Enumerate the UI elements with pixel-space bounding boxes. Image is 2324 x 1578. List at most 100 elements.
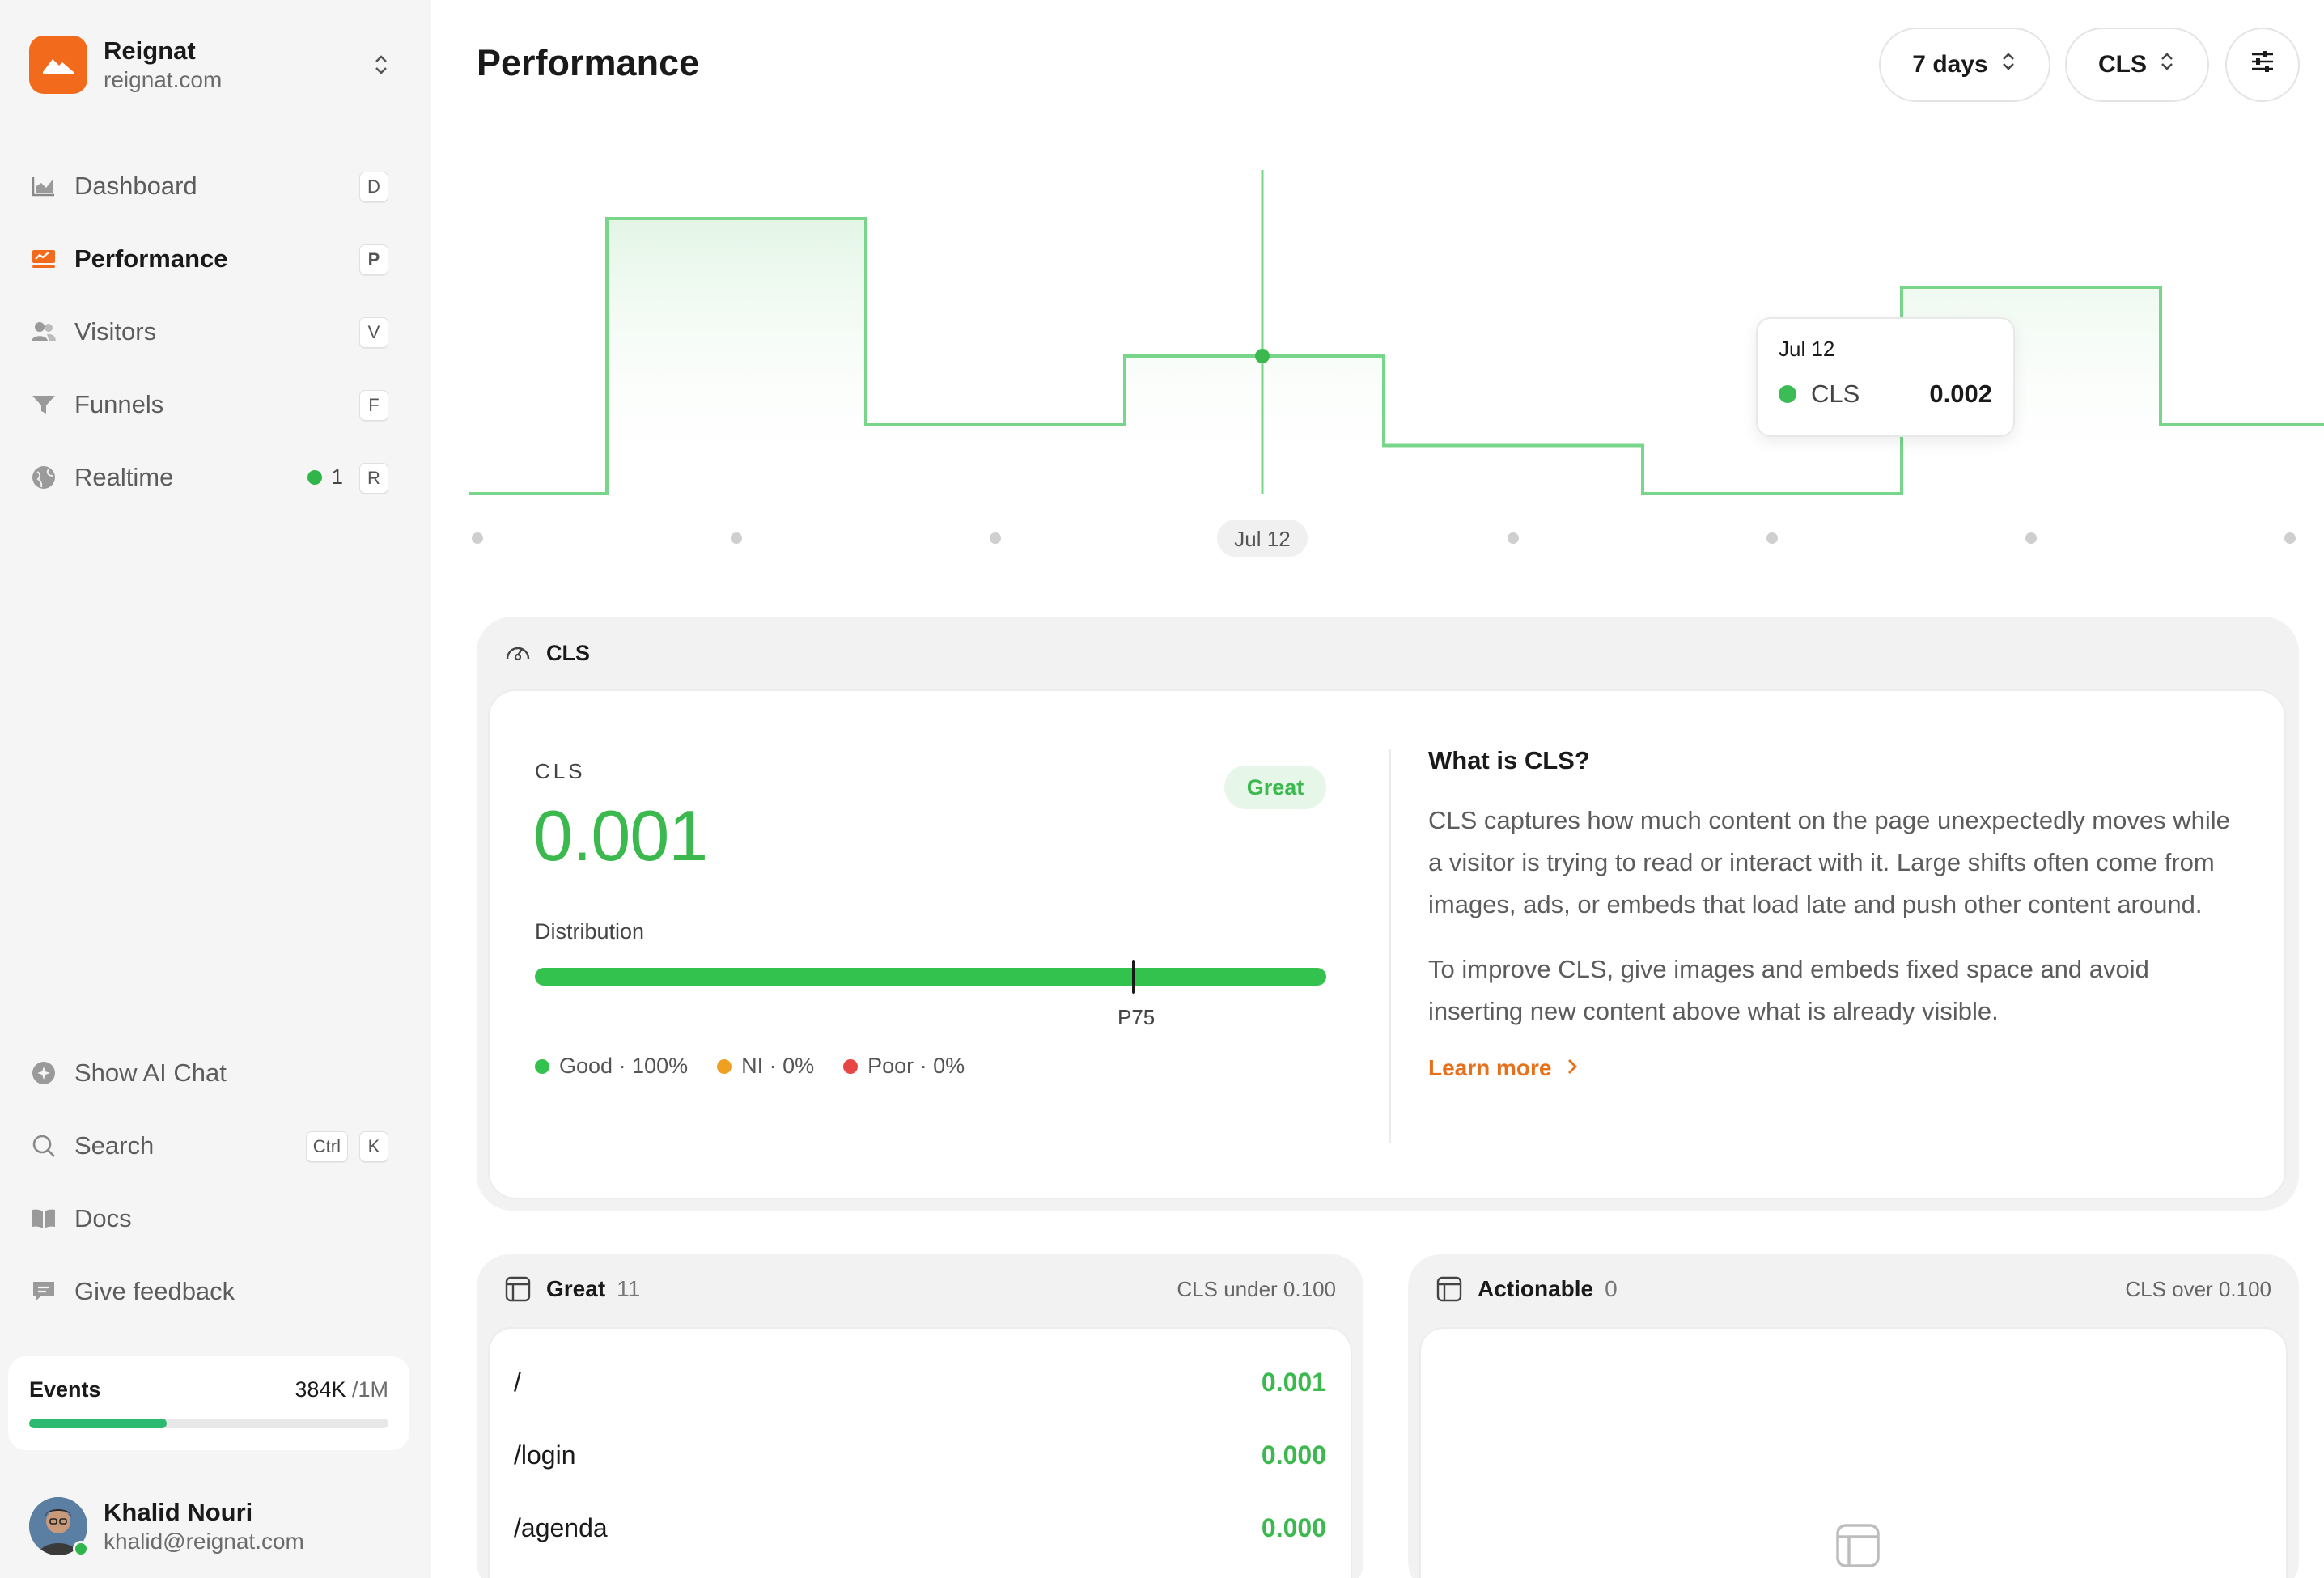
sliders-icon [2249,48,2276,82]
card-note: CLS under 0.100 [1177,1276,1336,1301]
cls-detail-card: CLS 0.001 Great Distribution P75 Good · … [488,689,2286,1199]
events-usage-card: Events 384K /1M [8,1356,409,1450]
nav-item-label: Show AI Chat [74,1058,227,1087]
nav-item-label: Visitors [74,317,157,346]
tooltip-series-name: CLS [1811,380,1860,408]
page-title: Performance [477,42,700,83]
sidebar: Reignat reignat.com Dashboard D Performa… [0,0,431,1578]
cls-info: What is CLS? CLS captures how much conte… [1428,746,2237,1081]
performance-chart[interactable]: Jul 12 Jul 12 CLS 0.002 [469,154,2324,566]
status-badge: Great [1224,766,1326,809]
nav-item-label: Give feedback [74,1277,235,1305]
chevron-updown-icon [2158,50,2176,79]
card-count: 11 [617,1276,641,1301]
shortcut-key: R [359,463,388,494]
metric-select[interactable]: CLS [2065,28,2209,102]
shortcut-key: P [359,244,388,275]
tooltip-date: Jul 12 [1779,337,1835,361]
great-pages-card: Great 11 CLS under 0.100 / 0.001 /login … [477,1254,1363,1578]
distribution-legend: Good · 100% NI · 0% Poor · 0% [535,1054,994,1079]
x-axis-tick-dot [731,532,742,544]
events-label: Events [29,1377,101,1402]
book-icon [29,1204,58,1233]
p75-label: P75 [1117,1005,1156,1029]
chevron-updown-icon [2000,50,2017,79]
list-item[interactable]: /login 0.000 [514,1431,1326,1479]
card-title: Actionable [1478,1276,1594,1301]
search-button[interactable]: Search Ctrl K [29,1122,388,1170]
nav-item-label: Dashboard [74,172,197,200]
funnel-icon [29,390,58,419]
events-progress-fill [29,1419,168,1428]
x-axis-tick-dot [1766,532,1778,544]
chevron-right-icon [1567,1055,1578,1081]
live-dot-icon [307,469,322,485]
x-axis-tick-dot [1508,532,1519,544]
performance-icon [29,244,58,274]
chart-tooltip: Jul 12 CLS 0.002 [1756,317,2015,437]
nav-item-dashboard[interactable]: Dashboard D [29,162,388,210]
card-count: 0 [1605,1276,1618,1301]
avatar [29,1497,89,1557]
legend-poor: Poor · 0% [843,1054,965,1079]
page-value: 0.000 [1261,1440,1326,1470]
nav-item-label: Realtime [74,463,174,491]
nav-item-label: Search [74,1131,155,1160]
shortcut-key: F [359,390,388,421]
layout-icon [504,1275,532,1303]
chart-svg: Jul 12 [469,170,2324,557]
chart-area [469,218,2324,494]
tooltip-value: 0.002 [1929,380,1992,408]
info-paragraph-2: To improve CLS, give images and embeds f… [1428,955,2149,1025]
shortcut-key: D [359,172,388,202]
page-path: / [514,1367,521,1397]
workspace-domain: reignat.com [104,67,223,92]
distribution-bar [535,968,1326,986]
user-name: Khalid Nouri [104,1498,253,1526]
learn-more-link[interactable]: Learn more [1428,1055,2237,1081]
chart-icon [29,172,58,201]
empty-state-layout-icon [1834,1521,1882,1570]
section-title: CLS [546,640,590,665]
layout-icon [1436,1275,1463,1303]
page-value: 0.000 [1261,1512,1326,1542]
info-title: What is CLS? [1428,746,1590,774]
search-icon [29,1131,58,1160]
page-path: /login [514,1440,576,1470]
user-profile[interactable]: Khalid Nouri khalid@reignat.com [29,1497,304,1557]
users-icon [29,317,58,346]
shortcut-key: V [359,317,388,348]
nav-item-realtime[interactable]: Realtime 1 R [29,453,388,502]
list-item[interactable]: / 0.001 [514,1358,1326,1406]
list-item[interactable]: /agenda 0.000 [514,1504,1326,1552]
x-axis-tick-dot [472,532,483,544]
x-axis-label: Jul 12 [1234,527,1290,551]
ai-chat-icon [29,1058,58,1088]
give-feedback-button[interactable]: Give feedback [29,1267,388,1316]
nav-item-label: Funnels [74,390,164,418]
date-range-value: 7 days [1912,51,1988,78]
nav-item-performance[interactable]: Performance P [29,235,388,283]
great-pages-list: / 0.001 /login 0.000 /agenda 0.000 [488,1327,1352,1578]
user-email: khalid@reignat.com [104,1529,304,1554]
show-ai-chat-button[interactable]: Show AI Chat [29,1049,388,1097]
card-note: CLS over 0.100 [2125,1276,2271,1301]
legend-ni: NI · 0% [717,1054,814,1079]
nav-item-label: Docs [74,1204,132,1232]
legend-good: Good · 100% [535,1054,688,1079]
info-paragraph-1: CLS captures how much content on the pag… [1428,806,2230,918]
actionable-pages-list [1419,1327,2288,1578]
brand-logo [29,36,87,94]
actionable-pages-card: Actionable 0 CLS over 0.100 [1408,1254,2299,1578]
p75-marker [1132,960,1135,994]
hover-point [1255,349,1270,363]
filter-settings-button[interactable] [2225,28,2300,102]
nav-item-visitors[interactable]: Visitors V [29,308,388,356]
workspace-switcher[interactable]: Reignat reignat.com [29,34,393,95]
nav-item-funnels[interactable]: Funnels F [29,380,388,429]
date-range-select[interactable]: 7 days [1879,28,2050,102]
docs-link[interactable]: Docs [29,1194,388,1243]
online-status-icon [73,1541,89,1557]
distribution-label: Distribution [535,919,645,944]
feedback-icon [29,1277,58,1306]
